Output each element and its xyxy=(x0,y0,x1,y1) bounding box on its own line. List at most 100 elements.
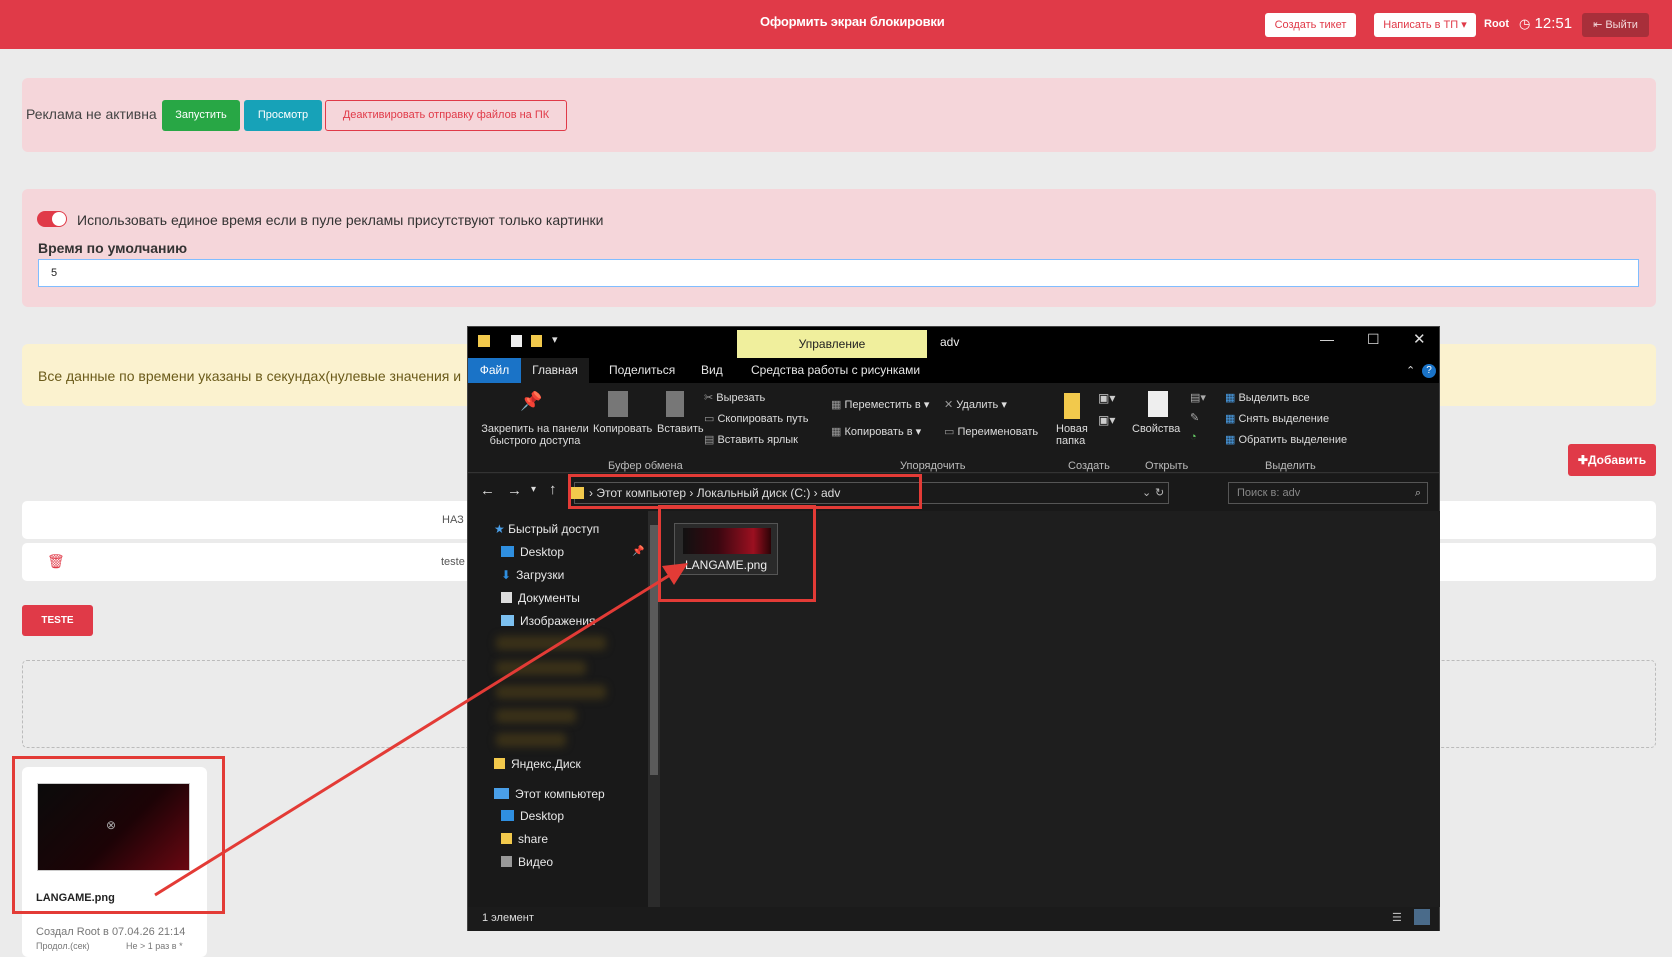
clock-time: 12:51 xyxy=(1534,15,1573,32)
deactivate-button[interactable]: Деактивировать отправку файлов на ПК xyxy=(325,100,567,131)
clock-icon: ◷ xyxy=(1519,16,1531,31)
logout-button[interactable]: ⇤ Выйти xyxy=(1582,13,1649,37)
maximize-icon[interactable]: ☐ xyxy=(1367,331,1380,348)
move-to-icon: ▦ xyxy=(831,399,842,411)
move-to-label: Переместить в xyxy=(844,399,921,411)
table-header-cell: НАЗ xyxy=(442,514,464,526)
copy-path-icon: ▭ xyxy=(704,413,715,425)
annotation-highlight-file xyxy=(658,505,816,602)
delete-icon: ✕ xyxy=(944,399,954,411)
start-button[interactable]: Запустить xyxy=(162,100,240,131)
annotation-highlight-path xyxy=(568,474,922,509)
properties-button[interactable]: Свойства xyxy=(1132,423,1180,435)
default-time-input[interactable]: 5 xyxy=(38,259,1639,287)
close-icon[interactable]: ✕ xyxy=(1413,330,1426,348)
nav-this-pc[interactable]: Этот компьютер xyxy=(494,787,605,801)
delete-label: Удалить xyxy=(956,399,999,411)
nav-downloads-label: Загрузки xyxy=(516,568,565,582)
pictures-icon xyxy=(501,615,514,626)
settings-card xyxy=(22,189,1656,307)
group-select-label: Выделить xyxy=(1265,460,1316,472)
nav-share[interactable]: share xyxy=(501,832,548,846)
select-all-button[interactable]: ▦ Выделить все xyxy=(1225,391,1310,404)
media-duration-value: Не > 1 раз в * xyxy=(126,941,183,951)
info-note-text: Все данные по времени указаны в секундах… xyxy=(38,368,462,384)
top-bar: Оформить экран блокировки Создать тикет … xyxy=(0,0,1672,49)
new-item-icon[interactable]: ▣▾ xyxy=(1098,391,1115,405)
pin-indicator-icon: 📌 xyxy=(632,546,645,557)
copy-button[interactable]: Копировать xyxy=(593,423,652,435)
paste-shortcut-label: Вставить ярлык xyxy=(717,434,798,446)
refresh-icon[interactable]: ↻ xyxy=(1155,486,1164,499)
trash-icon[interactable]: 🗑 xyxy=(47,553,65,570)
tab-view[interactable]: Вид xyxy=(701,358,723,383)
chevron-up-icon[interactable]: ⌃ xyxy=(1406,364,1415,377)
rename-button[interactable]: ▭ Переименовать xyxy=(944,425,1038,438)
recent-locations-icon[interactable]: ▾ xyxy=(531,484,536,495)
copy-to-button[interactable]: ▦ Копировать в ▾ xyxy=(831,425,921,438)
tab-home[interactable]: Главная xyxy=(521,358,589,383)
ad-status-label: Реклама не активна xyxy=(26,106,157,122)
item-count: 1 элемент xyxy=(482,912,534,924)
customize-toolbar-icon[interactable]: ▾ xyxy=(552,333,558,346)
paste-shortcut-button[interactable]: ▤ Вставить ярлык xyxy=(704,433,798,446)
cut-button[interactable]: ✂ Вырезать xyxy=(704,391,765,404)
nav-video[interactable]: Видео xyxy=(501,855,553,869)
yandex-disk-icon xyxy=(494,758,505,769)
forward-icon[interactable]: → xyxy=(507,482,522,499)
nav-pictures-label: Изображения xyxy=(520,614,596,628)
edit-icon[interactable]: ✎ xyxy=(1190,411,1199,424)
computer-icon xyxy=(494,788,509,799)
teste-button[interactable]: TESTE xyxy=(22,605,93,636)
deselect-button[interactable]: ▦ Снять выделение xyxy=(1225,412,1329,425)
easy-access-icon[interactable]: ▣▾ xyxy=(1098,413,1115,427)
nav-documents[interactable]: Документы xyxy=(501,591,580,605)
group-clipboard-label: Буфер обмена xyxy=(608,460,683,472)
cut-label: Вырезать xyxy=(716,392,766,404)
annotation-highlight-card xyxy=(12,756,225,914)
nav-pc-desktop[interactable]: Desktop xyxy=(501,809,564,823)
uniform-time-toggle[interactable] xyxy=(37,211,67,227)
up-icon[interactable]: ↑ xyxy=(549,481,557,498)
explorer-search-input[interactable]: Поиск в: adv ⌕ xyxy=(1228,482,1428,504)
paste-button[interactable]: Вставить xyxy=(657,423,704,435)
add-button[interactable]: ✚Добавить xyxy=(1568,444,1656,476)
manage-context-tab[interactable]: Управление xyxy=(737,330,927,358)
pin-quick-access-button[interactable]: Закрепить на панели быстрого доступа xyxy=(476,423,594,447)
copy-to-label: Копировать в xyxy=(844,426,913,438)
details-view-icon[interactable]: ☰ xyxy=(1392,911,1402,924)
tab-file[interactable]: Файл xyxy=(468,358,521,383)
create-ticket-button[interactable]: Создать тикет xyxy=(1265,13,1356,37)
nav-yandex-disk[interactable]: Яндекс.Диск xyxy=(494,757,581,771)
scrollbar-thumb[interactable] xyxy=(650,525,658,775)
paste-icon xyxy=(666,391,684,417)
back-icon[interactable]: ← xyxy=(480,482,495,499)
history-icon[interactable]: ◔ xyxy=(1190,431,1197,443)
large-icons-view-icon[interactable] xyxy=(1414,909,1430,925)
new-folder-icon xyxy=(1064,393,1080,419)
minimize-icon[interactable]: — xyxy=(1320,331,1334,347)
copy-path-button[interactable]: ▭ Скопировать путь xyxy=(704,412,808,425)
new-folder-quick-icon[interactable] xyxy=(531,335,542,347)
open-icon[interactable]: ▤▾ xyxy=(1190,391,1206,404)
move-to-button[interactable]: ▦ Переместить в ▾ xyxy=(831,398,929,411)
help-icon[interactable]: ? xyxy=(1422,364,1436,378)
support-dropdown-button[interactable]: Написать в ТП ▾ xyxy=(1374,13,1476,37)
new-folder-button[interactable]: Новая папка xyxy=(1056,423,1094,447)
search-icon: ⌕ xyxy=(1414,487,1421,499)
properties-quick-icon[interactable] xyxy=(511,335,522,347)
nav-desktop[interactable]: Desktop xyxy=(501,545,564,559)
nav-quick-access[interactable]: ★ Быстрый доступ xyxy=(494,522,599,536)
tab-picture-tools[interactable]: Средства работы с рисунками xyxy=(751,358,920,383)
nav-yandex-label: Яндекс.Диск xyxy=(511,757,581,771)
address-dropdown-icon[interactable]: ⌄ xyxy=(1142,486,1151,499)
scissors-icon: ✂ xyxy=(704,392,714,404)
blurred-item xyxy=(496,661,586,675)
preview-button[interactable]: Просмотр xyxy=(244,100,322,131)
invert-selection-button[interactable]: ▦ Обратить выделение xyxy=(1225,433,1347,446)
delete-button[interactable]: ✕ Удалить ▾ xyxy=(944,398,1007,411)
group-open-label: Открыть xyxy=(1145,460,1189,472)
tab-share[interactable]: Поделиться xyxy=(609,358,675,383)
nav-downloads[interactable]: ⬇ Загрузки xyxy=(501,568,564,582)
nav-pictures[interactable]: Изображения xyxy=(501,614,595,628)
